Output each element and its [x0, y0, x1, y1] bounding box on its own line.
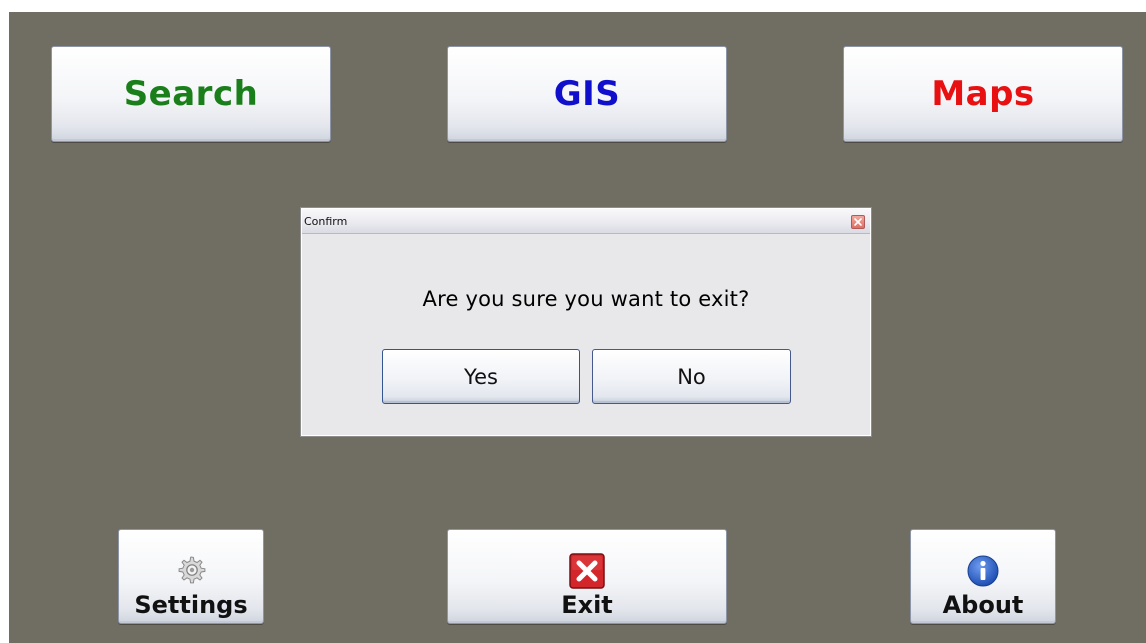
search-button[interactable]: Search — [51, 46, 331, 142]
about-button[interactable]: About — [910, 529, 1056, 624]
info-icon — [965, 553, 1001, 589]
maps-button[interactable]: Maps — [843, 46, 1123, 142]
no-button[interactable]: No — [592, 349, 791, 404]
dialog-body: Are you sure you want to exit? Yes No — [302, 234, 870, 435]
yes-button[interactable]: Yes — [382, 349, 580, 404]
gear-icon — [173, 553, 209, 589]
dialog-titlebar[interactable]: Confirm — [302, 209, 870, 234]
exit-button-label: Exit — [561, 591, 613, 619]
confirm-dialog: Confirm Are you sure you want to exit? Y… — [300, 207, 872, 437]
settings-button-label: Settings — [134, 591, 248, 619]
maps-button-label: Maps — [931, 74, 1035, 114]
about-button-label: About — [942, 591, 1024, 619]
red-x-icon — [569, 553, 605, 589]
exit-button[interactable]: Exit — [447, 529, 727, 624]
close-icon[interactable] — [851, 215, 865, 229]
dialog-title: Confirm — [304, 215, 348, 228]
gis-button[interactable]: GIS — [447, 46, 727, 142]
dialog-message: Are you sure you want to exit? — [422, 287, 750, 311]
gis-button-label: GIS — [553, 74, 621, 114]
settings-button[interactable]: Settings — [118, 529, 264, 624]
search-button-label: Search — [123, 74, 259, 114]
